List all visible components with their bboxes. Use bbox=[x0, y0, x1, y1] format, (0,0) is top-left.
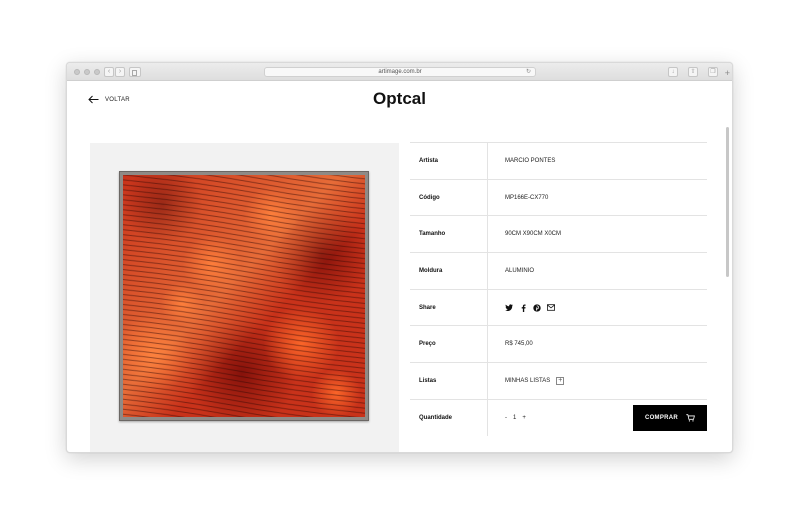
add-to-list-icon[interactable]: + bbox=[556, 376, 565, 385]
lists-control[interactable]: MINHAS LISTAS + bbox=[488, 376, 565, 385]
spec-row-listas: Listas MINHAS LISTAS + bbox=[410, 362, 707, 399]
url-text: artimage.com.br bbox=[378, 69, 422, 75]
frame-type: ALUMINIO bbox=[505, 267, 535, 274]
cart-icon bbox=[686, 414, 695, 422]
my-lists-label: MINHAS LISTAS bbox=[505, 377, 551, 384]
browser-forward-button[interactable]: › bbox=[115, 67, 125, 77]
product-specs-table: Artista MARCIO PONTES Código MP166E-CX77… bbox=[410, 142, 707, 436]
product-size: 90CM X90CM X0CM bbox=[505, 231, 562, 238]
downloads-icon[interactable]: ↓ bbox=[668, 67, 678, 77]
spec-row-codigo: Código MP166E-CX770 bbox=[410, 178, 707, 216]
sidebar-toggle-icon[interactable] bbox=[129, 67, 141, 77]
quantity-value[interactable]: 1 bbox=[513, 415, 516, 421]
spec-row-moldura: Moldura ALUMINIO bbox=[410, 252, 707, 289]
browser-toolbar: ‹ › artimage.com.br ↻ ↓ ⇧ ❐ + bbox=[67, 63, 732, 81]
zoom-window-button[interactable] bbox=[94, 69, 100, 75]
buy-button[interactable]: COMPRAR bbox=[633, 404, 707, 431]
spec-row-share: Share bbox=[410, 288, 707, 326]
spec-label: Moldura bbox=[410, 253, 488, 289]
twitter-icon[interactable] bbox=[505, 304, 513, 312]
spec-label: Share bbox=[410, 289, 488, 326]
email-icon[interactable] bbox=[547, 304, 555, 312]
page-title: Optcal bbox=[373, 89, 426, 108]
browser-back-button[interactable]: ‹ bbox=[104, 67, 114, 77]
spec-row-tamanho: Tamanho 90CM X90CM X0CM bbox=[410, 215, 707, 253]
quantity-increase-button[interactable]: + bbox=[522, 415, 526, 421]
pinterest-icon[interactable] bbox=[533, 303, 541, 312]
product-code: MP166E-CX770 bbox=[505, 194, 549, 201]
spec-label: Artista bbox=[410, 143, 488, 179]
browser-window: ‹ › artimage.com.br ↻ ↓ ⇧ ❐ + VOLTAR Opt… bbox=[66, 62, 733, 453]
tabs-overview-icon[interactable]: ❐ bbox=[708, 67, 718, 77]
share-icons bbox=[488, 303, 555, 312]
address-bar[interactable]: artimage.com.br ↻ bbox=[264, 67, 536, 77]
spec-label: Tamanho bbox=[410, 216, 488, 253]
artwork-image[interactable] bbox=[119, 171, 369, 421]
facebook-icon[interactable] bbox=[519, 304, 527, 312]
minimize-window-button[interactable] bbox=[84, 69, 90, 75]
new-tab-icon[interactable]: + bbox=[725, 69, 730, 78]
quantity-stepper: - 1 + bbox=[488, 415, 526, 421]
spec-label: Listas bbox=[410, 363, 488, 399]
artist-name[interactable]: MARCIO PONTES bbox=[488, 158, 555, 164]
page-scrollbar[interactable] bbox=[726, 127, 729, 277]
spec-row-quantidade: Quantidade - 1 + COMPRAR bbox=[410, 398, 707, 436]
spec-label: Preço bbox=[410, 326, 488, 363]
quantity-decrease-button[interactable]: - bbox=[505, 415, 507, 421]
close-window-button[interactable] bbox=[74, 69, 80, 75]
page-content: VOLTAR Optcal Artista MARCIO PONTES Códi… bbox=[67, 81, 732, 452]
buy-button-label: COMPRAR bbox=[644, 414, 679, 421]
spec-row-artista: Artista MARCIO PONTES bbox=[410, 142, 707, 179]
reload-icon[interactable]: ↻ bbox=[526, 68, 531, 76]
spec-label: Quantidade bbox=[410, 399, 488, 436]
share-browser-icon[interactable]: ⇧ bbox=[688, 67, 698, 77]
price: R$ 745,00 bbox=[505, 341, 533, 348]
artwork-canvas bbox=[123, 175, 365, 417]
spec-label: Código bbox=[410, 179, 488, 216]
spec-row-preco: Preço R$ 745,00 bbox=[410, 325, 707, 363]
artwork-panel bbox=[90, 143, 399, 452]
